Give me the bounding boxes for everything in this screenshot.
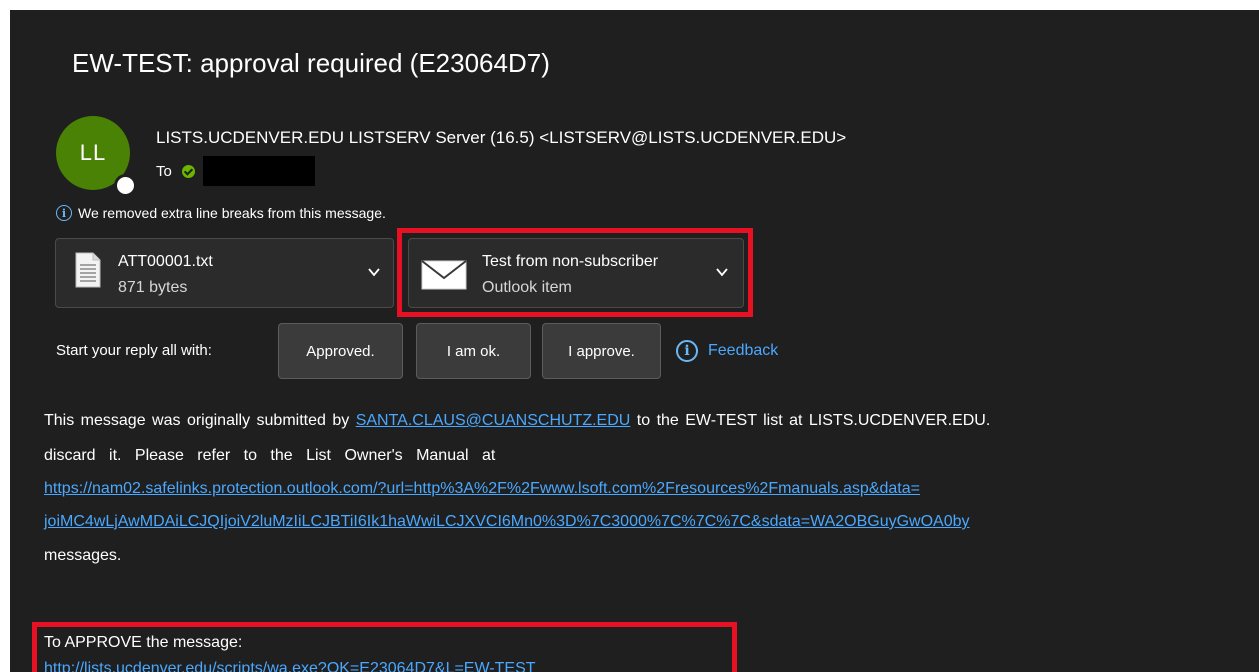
info-icon: i — [56, 205, 72, 221]
attachment-outlook-item[interactable]: Test from non-subscriber Outlook item — [408, 238, 744, 308]
feedback-link[interactable]: i Feedback — [676, 340, 778, 362]
info-icon: i — [676, 340, 698, 362]
body-line: joiMC4wLjAwMDAiLCJQIjoiV2luMzIiLCJBTiI6I… — [44, 513, 970, 531]
envelope-icon — [421, 260, 467, 290]
quick-reply-label: Start your reply all with: — [56, 342, 212, 359]
approve-label: To APPROVE the message: — [44, 634, 243, 651]
manual-link[interactable]: https://nam02.safelinks.protection.outlo… — [44, 480, 920, 497]
body-line: discard it. Please refer to the List Own… — [44, 447, 496, 464]
body-line: https://nam02.safelinks.protection.outlo… — [44, 480, 920, 498]
reply-i-am-ok-button[interactable]: I am ok. — [416, 323, 531, 379]
reply-i-approve-button[interactable]: I approve. — [542, 323, 661, 379]
body-line: http://lists.ucdenver.edu/scripts/wa.exe… — [44, 660, 536, 672]
reply-approved-button[interactable]: Approved. — [278, 323, 403, 379]
redacted-recipient — [202, 156, 315, 186]
body-line: This message was originally submitted by… — [44, 412, 990, 430]
sender-name[interactable]: LISTS.UCDENVER.EDU LISTSERV Server (16.5… — [156, 128, 846, 148]
text-file-icon — [75, 252, 101, 288]
attachment-name: ATT00001.txt — [118, 253, 213, 270]
line-break-notice: i We removed extra line breaks from this… — [56, 205, 386, 221]
recipient-line: To — [156, 156, 315, 186]
notice-text: We removed extra line breaks from this m… — [78, 205, 386, 221]
approve-link[interactable]: http://lists.ucdenver.edu/scripts/wa.exe… — [44, 660, 536, 672]
attachment-size: 871 bytes — [118, 279, 188, 296]
body-line: messages. — [44, 547, 122, 564]
message-subject: EW-TEST: approval required (E23064D7) — [72, 48, 550, 78]
reading-pane: EW-TEST: approval required (E23064D7) LL… — [10, 10, 1259, 672]
attachment-name: Test from non-subscriber — [482, 253, 659, 270]
body-text: to the EW-TEST list at LISTS.UCDENVER.ED… — [636, 412, 991, 429]
feedback-label: Feedback — [708, 342, 779, 359]
body-text: This message was originally submitted by — [44, 412, 350, 429]
manual-link-continued[interactable]: joiMC4wLjAwMDAiLCJQIjoiV2luMzIiLCJBTiI6I… — [44, 513, 970, 530]
chevron-down-icon[interactable] — [715, 265, 729, 279]
presence-status-icon — [114, 174, 137, 197]
attachment-type: Outlook item — [482, 279, 572, 296]
chevron-down-icon[interactable] — [367, 265, 381, 279]
recipient-presence-icon — [181, 164, 195, 178]
sender-email-link[interactable]: SANTA.CLAUS@CUANSCHUTZ.EDU — [356, 412, 631, 429]
attachment-txt[interactable]: ATT00001.txt 871 bytes — [55, 238, 394, 308]
to-label: To — [156, 162, 172, 180]
